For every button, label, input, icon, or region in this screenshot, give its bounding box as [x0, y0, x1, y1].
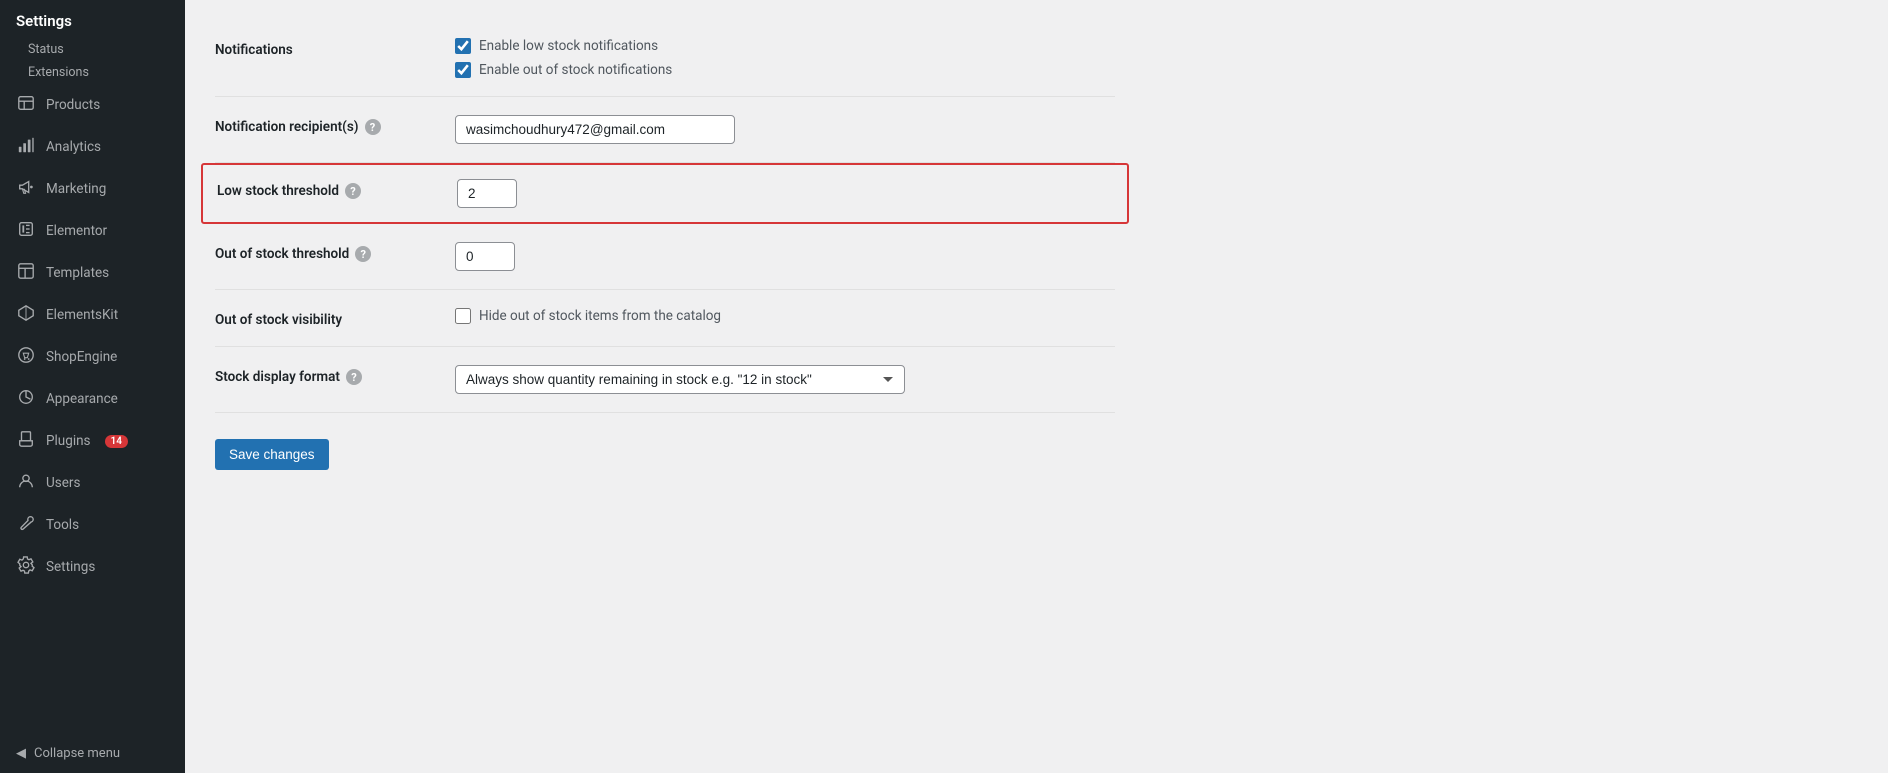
- sidebar-label-marketing: Marketing: [46, 181, 106, 197]
- templates-icon: [16, 262, 36, 284]
- notification-recipient-row: Notification recipient(s) ?: [215, 97, 1115, 163]
- save-changes-button[interactable]: Save changes: [215, 439, 329, 470]
- megaphone-icon: [16, 178, 36, 200]
- low-stock-notification-checkbox[interactable]: [455, 38, 471, 54]
- sidebar-item-settings[interactable]: Settings: [0, 546, 185, 588]
- sidebar-label-elementor: Elementor: [46, 223, 107, 239]
- save-section: Save changes: [215, 413, 1115, 486]
- out-of-stock-threshold-controls: [455, 242, 1115, 271]
- settings-icon: [16, 556, 36, 578]
- users-icon: [16, 472, 36, 494]
- sidebar-label-settings: Settings: [46, 559, 95, 575]
- notification-recipient-input[interactable]: [455, 115, 735, 144]
- notifications-row: Notifications Enable low stock notificat…: [215, 20, 1115, 97]
- out-of-stock-visibility-controls: Hide out of stock items from the catalog: [455, 308, 1115, 324]
- stock-display-format-row: Stock display format ? Always show quant…: [215, 347, 1115, 413]
- low-stock-threshold-help-icon[interactable]: ?: [345, 183, 361, 199]
- box-icon: [16, 94, 36, 116]
- sidebar-label-shopengine: ShopEngine: [46, 349, 117, 365]
- sidebar-item-marketing[interactable]: Marketing: [0, 168, 185, 210]
- collapse-icon: ◀: [16, 746, 26, 761]
- sidebar-item-users[interactable]: Users: [0, 462, 185, 504]
- plugins-icon: [16, 430, 36, 452]
- main-content: Notifications Enable low stock notificat…: [185, 0, 1888, 773]
- notifications-label: Notifications: [215, 38, 435, 58]
- sidebar-item-appearance[interactable]: Appearance: [0, 378, 185, 420]
- sidebar-item-plugins[interactable]: Plugins 14: [0, 420, 185, 462]
- collapse-label: Collapse menu: [34, 746, 120, 761]
- sidebar-item-analytics[interactable]: Analytics: [0, 126, 185, 168]
- sidebar-item-products[interactable]: Products: [0, 84, 185, 126]
- out-of-stock-visibility-label: Out of stock visibility: [215, 308, 435, 328]
- sidebar-subitem-status[interactable]: Status: [0, 38, 185, 61]
- elementor-icon: [16, 220, 36, 242]
- stock-display-format-select[interactable]: Always show quantity remaining in stock …: [455, 365, 905, 394]
- stock-display-format-controls: Always show quantity remaining in stock …: [455, 365, 1115, 394]
- collapse-menu[interactable]: ◀ Collapse menu: [0, 734, 185, 773]
- stock-display-format-label: Stock display format ?: [215, 365, 435, 385]
- sidebar-item-elementor[interactable]: Elementor: [0, 210, 185, 252]
- low-stock-threshold-row: Low stock threshold ?: [201, 163, 1129, 224]
- hide-out-of-stock-checkbox[interactable]: [455, 308, 471, 324]
- low-stock-threshold-controls: [457, 179, 1113, 208]
- sidebar-label-plugins: Plugins: [46, 433, 91, 449]
- sidebar-item-shopengine[interactable]: ShopEngine: [0, 336, 185, 378]
- sidebar-label-analytics: Analytics: [46, 139, 101, 155]
- sidebar-label-appearance: Appearance: [46, 391, 118, 407]
- low-stock-threshold-input[interactable]: [457, 179, 517, 208]
- sidebar-item-tools[interactable]: Tools: [0, 504, 185, 546]
- settings-section: Notifications Enable low stock notificat…: [215, 20, 1115, 486]
- out-of-stock-visibility-row: Out of stock visibility Hide out of stoc…: [215, 290, 1115, 347]
- out-of-stock-notification-label[interactable]: Enable out of stock notifications: [455, 62, 1115, 78]
- elementskit-icon: [16, 304, 36, 326]
- out-of-stock-threshold-row: Out of stock threshold ?: [215, 224, 1115, 290]
- low-stock-notification-label[interactable]: Enable low stock notifications: [455, 38, 1115, 54]
- stock-display-format-help-icon[interactable]: ?: [346, 369, 362, 385]
- notifications-controls: Enable low stock notifications Enable ou…: [455, 38, 1115, 78]
- out-of-stock-threshold-input[interactable]: [455, 242, 515, 271]
- sidebar-label-elementskit: ElementsKit: [46, 307, 118, 323]
- appearance-icon: [16, 388, 36, 410]
- out-of-stock-threshold-help-icon[interactable]: ?: [355, 246, 371, 262]
- plugins-badge: 14: [105, 435, 128, 448]
- notification-recipient-help-icon[interactable]: ?: [365, 119, 381, 135]
- sidebar-label-products: Products: [46, 97, 100, 113]
- chart-icon: [16, 136, 36, 158]
- hide-out-of-stock-label[interactable]: Hide out of stock items from the catalog: [455, 308, 1115, 324]
- out-of-stock-notification-checkbox[interactable]: [455, 62, 471, 78]
- notification-recipient-controls: [455, 115, 1115, 144]
- sidebar-label-tools: Tools: [46, 517, 79, 533]
- tools-icon: [16, 514, 36, 536]
- sidebar: Settings Status Extensions Products Anal…: [0, 0, 185, 773]
- sidebar-label-templates: Templates: [46, 265, 109, 281]
- sidebar-header: Settings: [0, 0, 185, 38]
- sidebar-label-users: Users: [46, 475, 80, 491]
- low-stock-threshold-label: Low stock threshold ?: [217, 179, 437, 199]
- notification-recipient-label: Notification recipient(s) ?: [215, 115, 435, 135]
- sidebar-item-elementskit[interactable]: ElementsKit: [0, 294, 185, 336]
- sidebar-subitem-extensions[interactable]: Extensions: [0, 61, 185, 84]
- out-of-stock-threshold-label: Out of stock threshold ?: [215, 242, 435, 262]
- shopengine-icon: [16, 346, 36, 368]
- sidebar-item-templates[interactable]: Templates: [0, 252, 185, 294]
